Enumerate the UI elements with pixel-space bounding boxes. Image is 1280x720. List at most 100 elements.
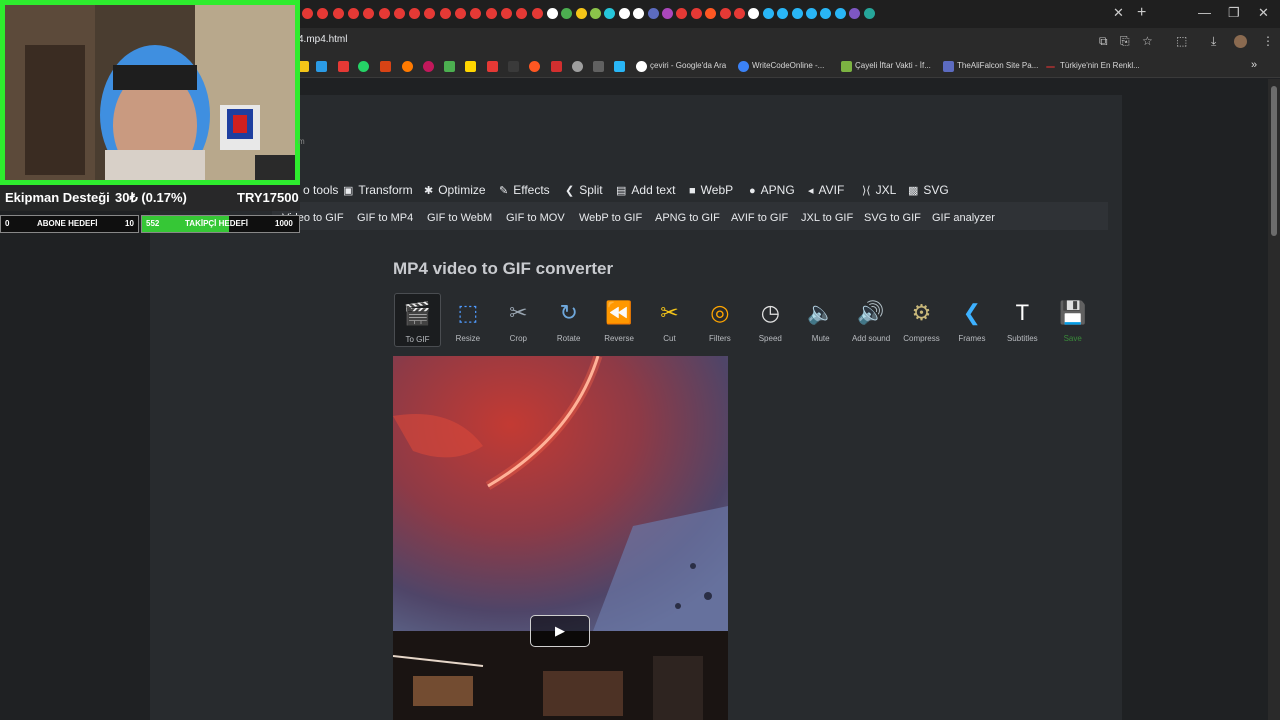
bookmark-link[interactable]: WriteCodeOnline -... xyxy=(752,61,824,70)
tool-add-sound[interactable]: 🔊 Add sound xyxy=(848,293,895,347)
extensions-icon[interactable]: ⬚ xyxy=(1176,34,1187,48)
tab-favicon-icon[interactable] xyxy=(806,8,817,19)
tab-favicon-icon[interactable] xyxy=(676,8,688,19)
sub-nav-link[interactable]: APNG to GIF xyxy=(655,212,720,224)
bookmark-icon[interactable] xyxy=(529,61,540,72)
nav-tools[interactable]: o tools xyxy=(303,183,338,197)
bookmark-icon[interactable] xyxy=(402,61,413,72)
nav-avif[interactable]: ◂ AVIF xyxy=(808,183,844,197)
bookmark-icon[interactable] xyxy=(551,61,562,72)
nav-apng[interactable]: ● APNG xyxy=(749,183,795,197)
play-button[interactable]: ▶ xyxy=(530,615,590,647)
minimize-button[interactable]: — xyxy=(1198,5,1211,20)
sub-nav-link[interactable]: SVG to GIF xyxy=(864,212,921,224)
bookmarks-overflow-icon[interactable]: » xyxy=(1251,59,1257,71)
tab-favicon-icon[interactable] xyxy=(590,8,601,19)
bookmark-icon[interactable] xyxy=(465,61,476,72)
tab-favicon-icon[interactable] xyxy=(618,8,630,19)
bookmark-icon[interactable] xyxy=(444,61,455,72)
tab-favicon-icon[interactable] xyxy=(332,8,344,19)
tool-clapperboard[interactable]: 🎬 To GIF xyxy=(394,293,441,347)
tab-close-button[interactable]: ✕ xyxy=(1113,5,1124,21)
tool-compress[interactable]: ⚙ Compress xyxy=(898,293,945,347)
sub-nav-link[interactable]: GIF analyzer xyxy=(932,212,995,224)
tab-favicon-icon[interactable] xyxy=(424,8,436,19)
nav-add-text[interactable]: ▤ Add text xyxy=(616,183,675,197)
nav-svg[interactable]: ▩ SVG xyxy=(908,183,949,197)
tab-favicon-icon[interactable] xyxy=(777,8,789,19)
sub-nav-link[interactable]: WebP to GIF xyxy=(579,212,642,224)
tool-scissors[interactable]: ✂ Cut xyxy=(646,293,693,347)
address-bar[interactable]: 4.mp4.html xyxy=(298,34,347,45)
tool-resize[interactable]: ⬚ Resize xyxy=(444,293,491,347)
tab-favicon-icon[interactable] xyxy=(393,8,405,19)
tool-mute[interactable]: 🔈 Mute xyxy=(797,293,844,347)
tab-favicon-icon[interactable] xyxy=(705,8,717,19)
tab-favicon-icon[interactable] xyxy=(363,8,375,19)
sub-nav-link[interactable]: GIF to MOV xyxy=(506,212,565,224)
nav-split[interactable]: ❮ Split xyxy=(565,183,603,197)
nav-jxl[interactable]: ⟩⟨ JXL xyxy=(862,183,896,197)
bookmark-icon[interactable] xyxy=(572,61,583,72)
tab-favicon-icon[interactable] xyxy=(378,8,390,19)
nav-transform[interactable]: ▣ Transform xyxy=(343,183,413,197)
scrollbar-thumb[interactable] xyxy=(1271,86,1277,236)
tab-favicon-icon[interactable] xyxy=(470,8,482,19)
tab-favicon-icon[interactable] xyxy=(575,8,587,19)
bookmark-icon[interactable] xyxy=(593,61,604,72)
tab-favicon-icon[interactable] xyxy=(820,8,832,19)
bookmark-icon[interactable] xyxy=(487,61,498,72)
sub-nav-link[interactable]: GIF to WebM xyxy=(427,212,492,224)
tab-favicon-icon[interactable] xyxy=(500,8,512,19)
tab-favicon-icon[interactable] xyxy=(531,8,543,19)
tab-favicon-icon[interactable] xyxy=(347,8,359,19)
tab-favicon-icon[interactable] xyxy=(762,8,774,19)
bookmark-icon[interactable] xyxy=(614,61,625,72)
tab-favicon-icon[interactable] xyxy=(409,8,421,19)
nav-optimize[interactable]: ✱ Optimize xyxy=(424,183,486,197)
tab-favicon-icon[interactable] xyxy=(317,8,329,19)
bookmark-icon[interactable] xyxy=(508,61,519,72)
tool-save[interactable]: 💾 Save xyxy=(1049,293,1096,347)
sub-nav-link[interactable]: GIF to MP4 xyxy=(357,212,413,224)
tab-favicon-icon[interactable] xyxy=(849,8,861,19)
tab-favicon-icon[interactable] xyxy=(439,8,451,19)
tab-favicon-icon[interactable] xyxy=(734,8,745,19)
tool-filters[interactable]: ◎ Filters xyxy=(696,293,743,347)
tab-favicon-icon[interactable] xyxy=(516,8,528,19)
bookmark-icon[interactable] xyxy=(338,61,349,72)
tab-favicon-icon[interactable] xyxy=(834,8,846,19)
sub-nav-link[interactable]: AVIF to GIF xyxy=(731,212,788,224)
nav-effects[interactable]: ✎ Effects xyxy=(499,183,550,197)
tab-favicon-icon[interactable] xyxy=(748,8,760,19)
bookmark-icon[interactable] xyxy=(380,61,391,72)
bookmark-icon[interactable] xyxy=(423,61,434,72)
bookmark-link[interactable]: Çayeli İftar Vakti - İf... xyxy=(855,61,931,70)
tab-favicon-icon[interactable] xyxy=(485,8,497,19)
tab-favicon-icon[interactable] xyxy=(561,8,573,19)
bookmark-link[interactable]: Türkiye'nin En Renkl... xyxy=(1060,61,1140,70)
menu-icon[interactable]: ⋮ xyxy=(1262,34,1274,48)
tool-reverse[interactable]: ⏪ Reverse xyxy=(596,293,643,347)
cast-icon[interactable]: ⎘ xyxy=(1120,34,1130,49)
tool-subtitles[interactable]: T Subtitles xyxy=(999,293,1046,347)
tab-favicon-icon[interactable] xyxy=(633,8,645,19)
translate-icon[interactable]: ⧉ xyxy=(1099,34,1108,49)
tool-rotate[interactable]: ↻ Rotate xyxy=(545,293,592,347)
tool-speedometer[interactable]: ◷ Speed xyxy=(747,293,794,347)
close-window-button[interactable]: ✕ xyxy=(1258,5,1269,21)
tab-favicon-icon[interactable] xyxy=(302,8,313,19)
whatsapp-icon[interactable] xyxy=(358,61,369,72)
bookmark-link[interactable]: TheAliFalcon Site Pa... xyxy=(957,61,1038,70)
tool-crop[interactable]: ✂ Crop xyxy=(495,293,542,347)
nav-webp[interactable]: ■ WebP xyxy=(689,183,733,197)
maximize-button[interactable]: ❐ xyxy=(1228,5,1240,21)
tab-favicon-icon[interactable] xyxy=(662,8,673,19)
tab-favicon-icon[interactable] xyxy=(647,8,659,19)
tab-favicon-icon[interactable] xyxy=(863,8,875,19)
tab-favicon-icon[interactable] xyxy=(546,8,558,19)
tab-favicon-icon[interactable] xyxy=(455,8,466,19)
tab-favicon-icon[interactable] xyxy=(791,8,803,19)
new-tab-button[interactable]: + xyxy=(1137,4,1146,22)
tab-favicon-icon[interactable] xyxy=(719,8,731,19)
